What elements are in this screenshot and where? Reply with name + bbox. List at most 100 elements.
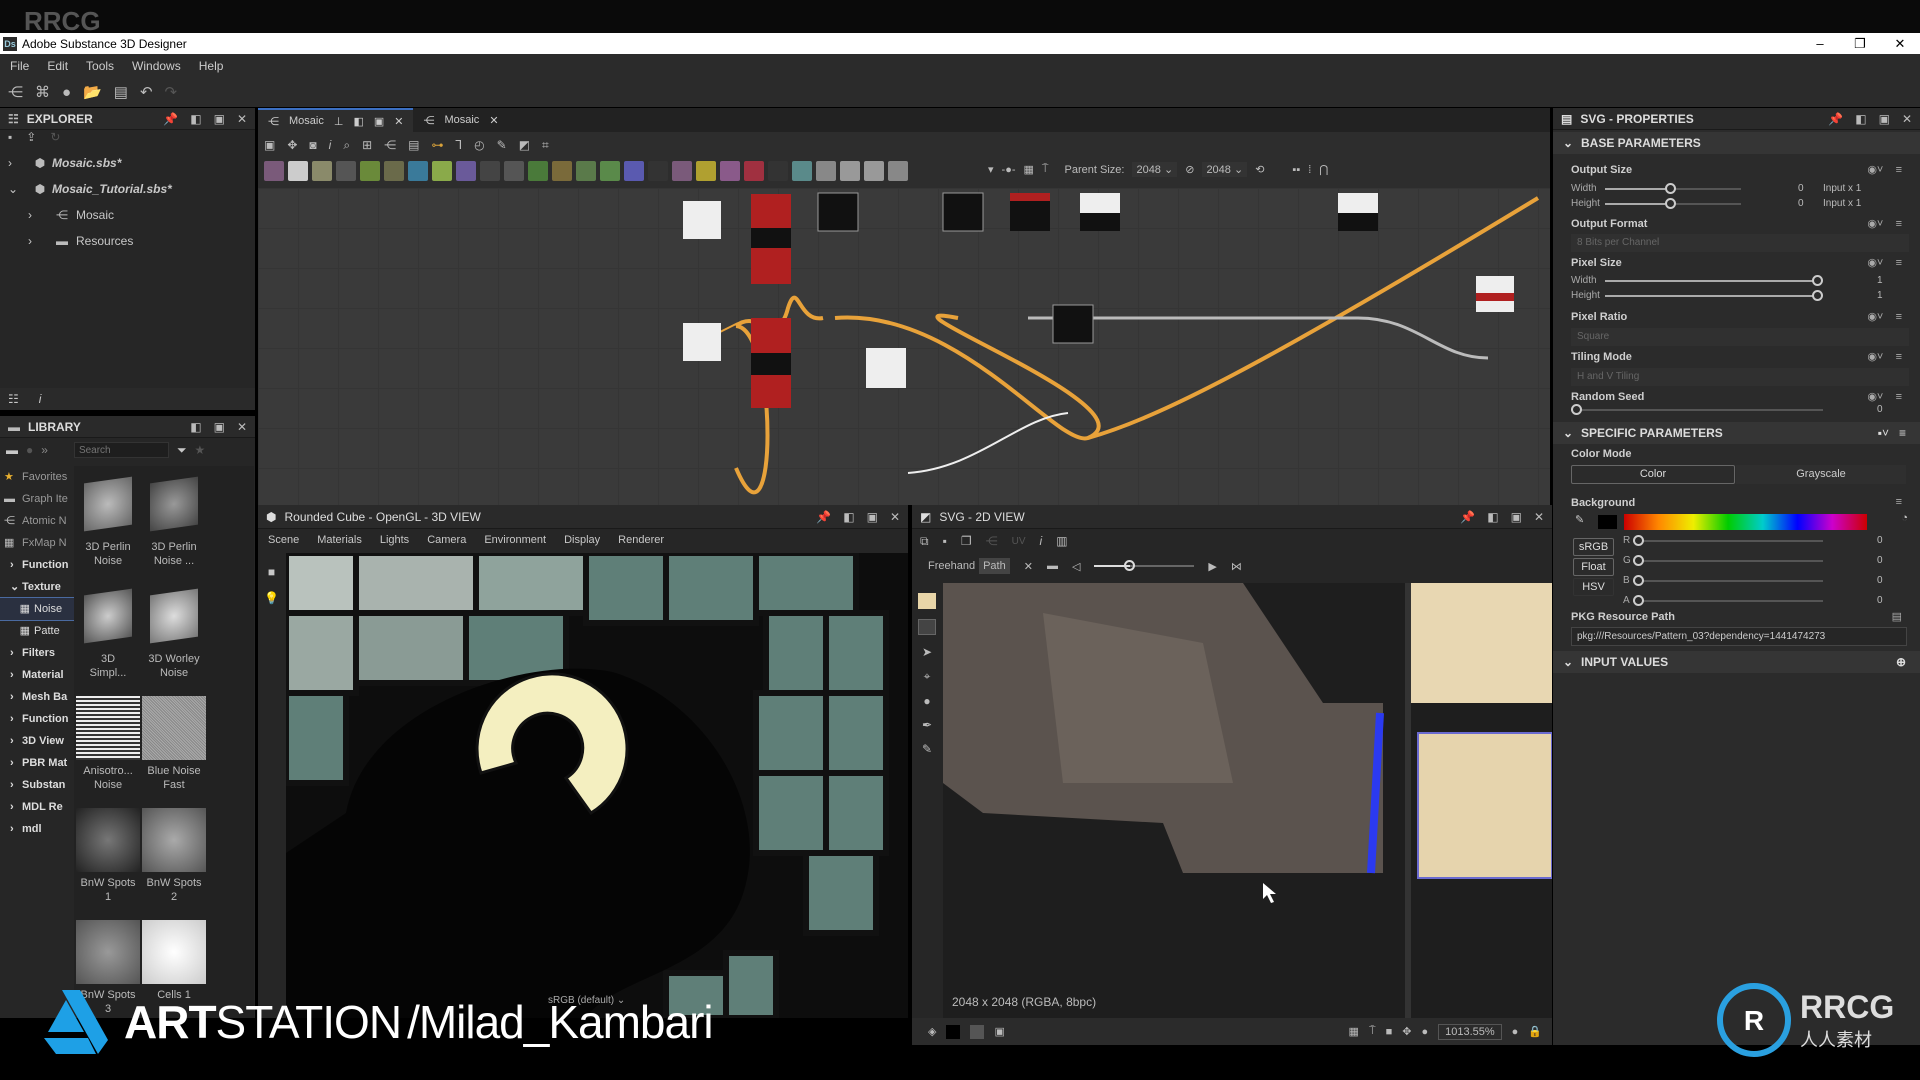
2d-viewport[interactable] — [943, 583, 1552, 1019]
open-folder-icon[interactable]: ▬ — [1047, 560, 1058, 572]
menu-camera[interactable]: Camera — [427, 534, 466, 546]
library-tree-item[interactable]: › 3D View — [0, 730, 74, 752]
camera-icon[interactable]: ■ — [268, 565, 275, 579]
output-height-slider[interactable] — [1605, 198, 1741, 209]
file-icon[interactable]: ▤ — [1892, 610, 1902, 623]
timer-icon[interactable]: ◴ — [474, 138, 484, 152]
size-icon[interactable]: ⍑ — [1369, 1025, 1376, 1038]
selected-tile[interactable] — [1417, 732, 1552, 879]
channels-icon[interactable]: ◈ — [928, 1025, 936, 1038]
tile-icon[interactable]: ▦ — [1349, 1025, 1359, 1038]
new-graph-icon[interactable]: ⋲ — [8, 83, 23, 101]
node-icon[interactable]: -●- — [1002, 164, 1016, 176]
graph-node[interactable] — [683, 201, 721, 239]
menu-windows[interactable]: Windows — [132, 59, 181, 73]
color-picker-icon[interactable]: ◔ — [1901, 512, 1908, 524]
menu-edit[interactable]: Edit — [47, 59, 68, 73]
atomic-node-button[interactable] — [648, 161, 668, 181]
atomic-node-button[interactable] — [864, 161, 884, 181]
refresh-icon[interactable]: ↻ — [50, 130, 60, 150]
library-tree-item[interactable]: › Function — [0, 708, 74, 730]
tab-mosaic-2[interactable]: ⋲ Mosaic ✕ — [413, 108, 508, 132]
library-tree-item[interactable]: ▬ Graph Ite — [0, 488, 74, 510]
pixel-height-slider[interactable] — [1605, 290, 1823, 301]
new-function-icon[interactable]: ⌘ — [35, 83, 50, 101]
library-tree-item[interactable]: ▦ Noise — [0, 597, 75, 621]
atomic-node-button[interactable] — [816, 161, 836, 181]
lock-icon[interactable]: 🔒 — [1528, 1025, 1542, 1038]
channel-slider[interactable] — [1633, 555, 1823, 566]
menu-renderer[interactable]: Renderer — [618, 534, 664, 546]
pan-icon[interactable]: ✥ — [1402, 1025, 1411, 1038]
atomic-node-button[interactable] — [432, 161, 452, 181]
pencil-tool-icon[interactable]: ✎ — [922, 742, 932, 756]
clipboard-icon[interactable]: ❐ — [961, 534, 972, 548]
menu-display[interactable]: Display — [564, 534, 600, 546]
library-item[interactable]: 3D Worley Noise — [142, 584, 206, 680]
menu-lights[interactable]: Lights — [380, 534, 409, 546]
link-icon[interactable]: ● — [26, 443, 33, 457]
atomic-node-button[interactable] — [528, 161, 548, 181]
atomic-node-button[interactable] — [408, 161, 428, 181]
undo-icon[interactable]: ↶ — [140, 83, 153, 101]
library-item[interactable]: 3D Perlin Noise — [76, 472, 140, 568]
library-item[interactable]: BnW Spots 2 — [142, 808, 206, 904]
atomic-node-button[interactable] — [792, 161, 812, 181]
eyedropper-icon[interactable]: ✎ — [1575, 513, 1584, 526]
copy-view-icon[interactable]: ⧉ — [920, 534, 929, 549]
atomic-node-button[interactable] — [576, 161, 596, 181]
library-item[interactable]: Anisotro... Noise — [76, 696, 140, 792]
graph-node[interactable] — [942, 192, 984, 232]
library-tree-item[interactable]: › MDL Re — [0, 796, 74, 818]
close-tab-icon[interactable]: ✕ — [489, 114, 498, 127]
zoom-field[interactable]: 1013.55% — [1438, 1023, 1502, 1040]
library-search-input[interactable] — [73, 442, 169, 458]
maximize-icon[interactable]: ▣ — [374, 115, 384, 128]
zoom-out-icon[interactable]: ● — [1421, 1026, 1428, 1038]
random-seed-slider[interactable] — [1571, 404, 1823, 415]
library-tree-item[interactable]: ⌄ Texture — [0, 576, 74, 598]
pin-icon[interactable]: 📌 — [1828, 112, 1843, 126]
float-icon[interactable]: ◧ — [190, 112, 201, 126]
opacity-slider[interactable] — [1094, 560, 1195, 571]
atomic-node-button[interactable] — [840, 161, 860, 181]
filter-icon[interactable]: ⏷ — [177, 443, 187, 458]
library-item[interactable]: Blue Noise Fast — [142, 696, 206, 792]
atomic-node-button[interactable] — [480, 161, 500, 181]
new-folder-icon[interactable]: ▬ — [6, 443, 18, 457]
atomic-node-button[interactable] — [288, 161, 308, 181]
float-button[interactable]: Float — [1573, 558, 1614, 576]
maximize-icon[interactable]: ▣ — [214, 420, 225, 434]
maximize-icon[interactable]: ▣ — [1879, 112, 1890, 126]
minimize-button[interactable]: – — [1800, 33, 1840, 54]
param-options-icon[interactable]: ≡ — [1896, 496, 1902, 508]
atomic-node-button[interactable] — [888, 161, 908, 181]
grid-icon[interactable]: ⌗ — [542, 138, 549, 153]
atomic-node-button[interactable] — [264, 161, 284, 181]
snap-icon[interactable]: ⋂ — [1319, 163, 1328, 176]
graph-node[interactable] — [1052, 304, 1094, 344]
graph-view-icon[interactable]: ⋲ — [384, 138, 396, 152]
info-icon[interactable]: i — [1040, 534, 1043, 548]
align-h-icon[interactable]: ▪▪ — [1292, 164, 1300, 176]
param-options-icon[interactable]: ◉˅ ≡ — [1867, 350, 1902, 363]
next-icon[interactable]: ▶ — [1208, 560, 1216, 573]
info-tab-icon[interactable]: i — [39, 392, 42, 406]
maximize-icon[interactable]: ▣ — [1511, 510, 1522, 524]
maximize-icon[interactable]: ▣ — [867, 510, 878, 524]
library-tree-item[interactable]: › mdl — [0, 818, 74, 840]
pin-icon[interactable]: 📌 — [1460, 510, 1475, 524]
param-options-icon[interactable]: ◉˅ ≡ — [1867, 217, 1902, 230]
black-bg-swatch[interactable] — [946, 1024, 961, 1039]
input-values-section[interactable]: ⌄ INPUT VALUES ⊕ — [1553, 651, 1920, 673]
pen-tool-icon[interactable]: ✒ — [922, 718, 932, 732]
save-icon[interactable]: ▤ — [114, 83, 128, 101]
menu-help[interactable]: Help — [199, 59, 224, 73]
atomic-node-button[interactable] — [360, 161, 380, 181]
library-item[interactable]: 3D Perlin Noise ... — [142, 472, 206, 568]
atomic-node-button[interactable] — [336, 161, 356, 181]
library-tree-item[interactable]: › Mesh Ba — [0, 686, 74, 708]
shape-tool-icon[interactable]: ● — [923, 694, 930, 708]
open-icon[interactable]: 📂 — [83, 83, 102, 101]
delete-icon[interactable]: ✕ — [1024, 560, 1033, 573]
